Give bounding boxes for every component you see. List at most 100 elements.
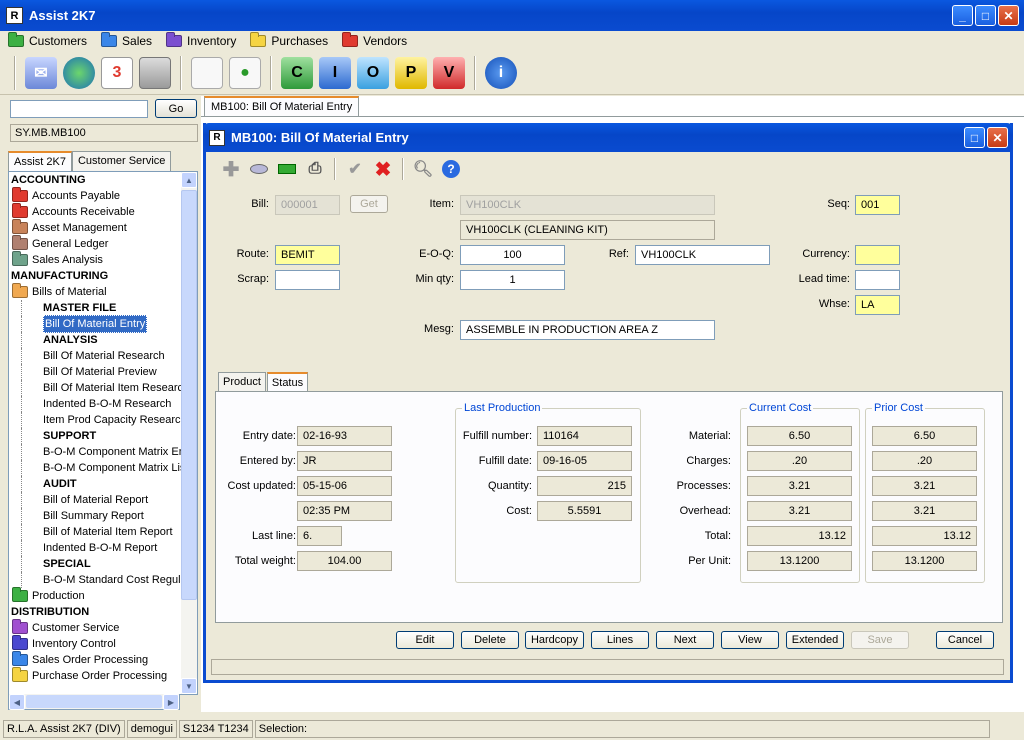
- scroll-left-icon[interactable]: ◀: [9, 694, 25, 710]
- tab-status[interactable]: Status: [266, 372, 309, 393]
- fulfill-number-field: 110164: [537, 426, 632, 446]
- tree-item[interactable]: Item Prod Capacity Research: [21, 412, 187, 428]
- print-icon[interactable]: ⎙: [304, 158, 326, 180]
- bill-field[interactable]: 000001: [275, 195, 340, 215]
- ref-field[interactable]: VH100CLK: [635, 245, 770, 265]
- tree-group[interactable]: Bills of Material: [9, 283, 182, 300]
- tree-group[interactable]: Inventory Control: [9, 635, 182, 652]
- item-field[interactable]: VH100CLK: [460, 195, 715, 215]
- tab-assist[interactable]: Assist 2K7: [8, 151, 72, 171]
- tree-item-label: Indented B-O-M Report: [43, 542, 158, 554]
- scroll-thumb[interactable]: [181, 190, 197, 600]
- edit-button[interactable]: Edit: [396, 631, 454, 649]
- search-input[interactable]: [10, 100, 148, 118]
- prior-material: 6.50: [872, 426, 977, 446]
- tree-group[interactable]: Accounts Payable: [9, 187, 182, 204]
- p-icon[interactable]: P: [395, 56, 427, 89]
- menu-vendors[interactable]: Vendors: [342, 32, 407, 48]
- folder-icon: [12, 619, 28, 634]
- delete-button[interactable]: Delete: [461, 631, 519, 649]
- menu-purchases[interactable]: Purchases: [250, 32, 328, 48]
- tree-group[interactable]: Sales Analysis: [9, 251, 182, 268]
- v-icon[interactable]: V: [433, 56, 465, 89]
- scrap-field[interactable]: [275, 270, 340, 290]
- menu-inventory[interactable]: Inventory: [166, 32, 236, 48]
- menu-sales[interactable]: Sales: [101, 32, 152, 48]
- view-button[interactable]: View: [721, 631, 779, 649]
- check-icon[interactable]: ✔: [344, 158, 366, 180]
- close-button[interactable]: ✕: [998, 5, 1019, 26]
- c-icon[interactable]: C: [281, 56, 313, 89]
- eoq-field[interactable]: 100: [460, 245, 565, 265]
- route-field[interactable]: BEMIT: [275, 245, 340, 265]
- minimize-button[interactable]: _: [952, 5, 973, 26]
- maximize-button[interactable]: □: [975, 5, 996, 26]
- doc-tab[interactable]: MB100: Bill Of Material Entry: [204, 96, 360, 117]
- leadtime-field[interactable]: [855, 270, 900, 290]
- tree-item[interactable]: Bill Of Material Item Research: [21, 380, 189, 396]
- scroll-down-icon[interactable]: ▼: [181, 678, 197, 694]
- save-button[interactable]: Save: [851, 631, 909, 649]
- minus-icon[interactable]: [276, 158, 298, 180]
- tree-group[interactable]: General Ledger: [9, 235, 182, 252]
- tree-item[interactable]: B-O-M Component Matrix List: [21, 460, 188, 476]
- next-button[interactable]: Next: [656, 631, 714, 649]
- i-icon[interactable]: I: [319, 56, 351, 89]
- form-close-button[interactable]: ✕: [987, 127, 1008, 148]
- scroll-up-icon[interactable]: ▲: [181, 172, 197, 188]
- add-icon[interactable]: ✚: [220, 158, 242, 181]
- o-icon[interactable]: O: [357, 56, 389, 89]
- globe-icon[interactable]: [63, 56, 95, 89]
- hscroll-thumb[interactable]: [26, 695, 162, 708]
- folder-icon: [12, 651, 28, 666]
- scroll-right-icon[interactable]: ▶: [163, 694, 179, 710]
- search-icon[interactable]: 🔍︎: [412, 158, 434, 180]
- calendar-icon[interactable]: 3: [101, 56, 133, 89]
- extended-button[interactable]: Extended: [786, 631, 844, 649]
- tree-group[interactable]: Production: [9, 587, 182, 604]
- tree-group[interactable]: Sales Order Processing: [9, 651, 182, 668]
- tree-group[interactable]: Accounts Receivable: [9, 203, 182, 220]
- tree-vertical-scrollbar[interactable]: ▲ ▼: [181, 172, 197, 694]
- tree-group-label: Accounts Receivable: [32, 206, 135, 218]
- go-button[interactable]: Go: [155, 99, 197, 118]
- tree-item[interactable]: Bill Summary Report: [21, 508, 182, 524]
- cancel-button[interactable]: Cancel: [936, 631, 994, 649]
- chart-icon[interactable]: ●: [229, 56, 261, 89]
- hardcopy-button[interactable]: Hardcopy: [525, 631, 584, 649]
- form-maximize-button[interactable]: □: [964, 127, 985, 148]
- tab-product[interactable]: Product: [218, 372, 266, 392]
- lines-button[interactable]: Lines: [591, 631, 649, 649]
- tree-horizontal-scrollbar[interactable]: ◀ ▶: [8, 694, 180, 710]
- tab-customer-service[interactable]: Customer Service: [71, 151, 172, 171]
- help-icon[interactable]: ?: [440, 158, 462, 180]
- tree-item[interactable]: Indented B-O-M Report: [21, 540, 182, 556]
- tree-item[interactable]: B-O-M Standard Cost Regulato: [21, 572, 196, 588]
- calculator-icon[interactable]: [139, 56, 171, 89]
- tree-group[interactable]: Asset Management: [9, 219, 182, 236]
- delete-icon[interactable]: ✖: [372, 158, 394, 181]
- mesg-field[interactable]: ASSEMBLE IN PRODUCTION AREA Z: [460, 320, 715, 340]
- whse-field[interactable]: LA: [855, 295, 900, 315]
- info-icon[interactable]: i: [485, 56, 517, 89]
- tree-item-selected[interactable]: Bill Of Material Entry: [21, 315, 182, 333]
- menu-customers[interactable]: Customers: [8, 32, 87, 48]
- mail-icon[interactable]: ✉: [25, 56, 57, 89]
- tree-item[interactable]: Bill of Material Item Report: [21, 524, 182, 540]
- document-icon[interactable]: [191, 56, 223, 89]
- get-button[interactable]: Get: [350, 195, 388, 213]
- seq-field[interactable]: 001: [855, 195, 900, 215]
- currency-field[interactable]: [855, 245, 900, 265]
- tree-group[interactable]: Purchase Order Processing: [9, 667, 182, 684]
- tree-item[interactable]: Bill Of Material Research: [21, 348, 182, 364]
- tree-item[interactable]: Indented B-O-M Research: [21, 396, 182, 412]
- tree-group[interactable]: Customer Service: [9, 619, 182, 636]
- folder-icon: [12, 235, 28, 250]
- fulfill-date-label: Fulfill date:: [478, 455, 532, 467]
- eraser-icon[interactable]: [248, 158, 270, 180]
- tree-item[interactable]: B-O-M Component Matrix Entry: [21, 444, 197, 460]
- minqty-field[interactable]: 1: [460, 270, 565, 290]
- tree-item[interactable]: Bill of Material Report: [21, 492, 182, 508]
- main-toolbar: ✉ 3 ● C I O P V i: [0, 51, 1024, 95]
- tree-item[interactable]: Bill Of Material Preview: [21, 364, 182, 380]
